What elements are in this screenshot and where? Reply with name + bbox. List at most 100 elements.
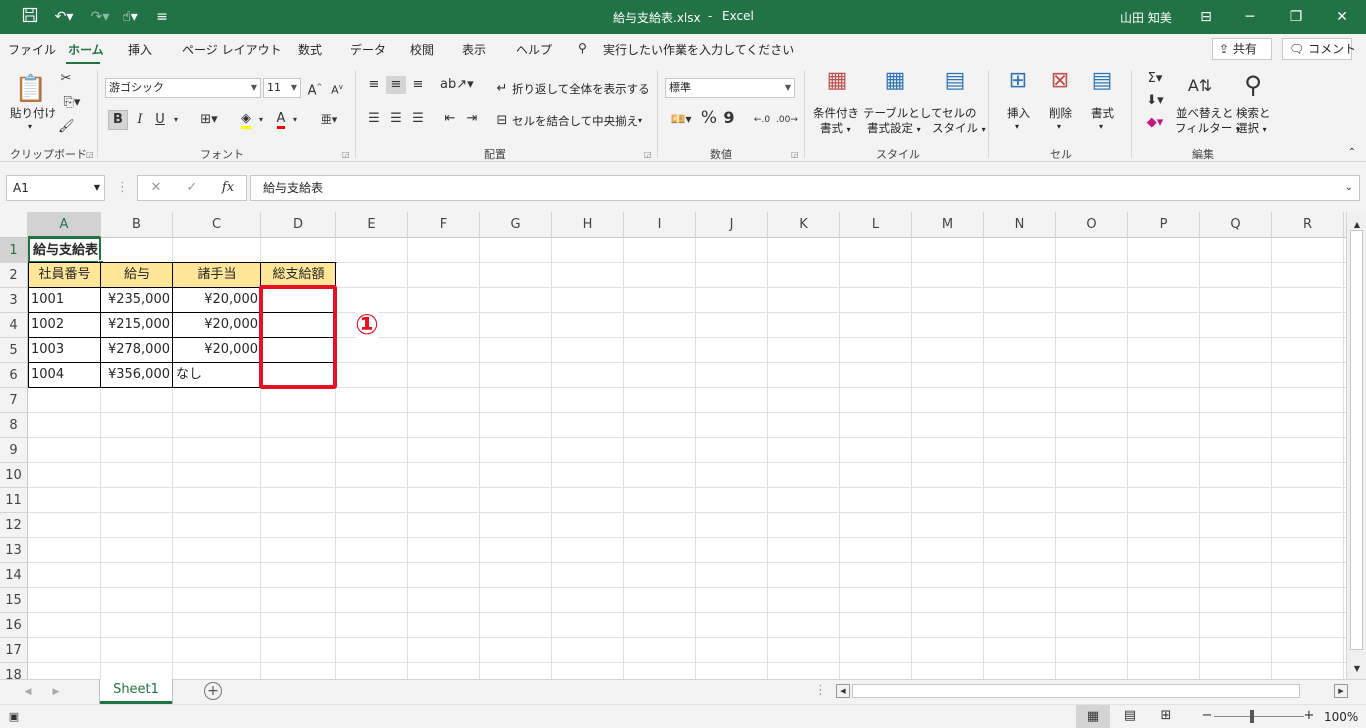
user-name[interactable]: 山田 知美	[1120, 9, 1172, 26]
column-header-p[interactable]: P	[1128, 212, 1200, 238]
row-header-9[interactable]: 9	[0, 438, 28, 463]
scroll-left-icon[interactable]: ◀	[836, 684, 850, 698]
row-header-18[interactable]: 18	[0, 663, 28, 679]
chevron-down-icon[interactable]: ▾	[638, 114, 642, 128]
fill-icon[interactable]: ⬇▾	[1140, 92, 1170, 110]
format-as-table-button[interactable]: テーブルとして	[863, 106, 942, 120]
cell-styles-button[interactable]: セルの	[942, 106, 977, 120]
cancel-entry-icon[interactable]: ✕	[146, 179, 166, 197]
clipboard-launcher-icon[interactable]: ◲	[86, 150, 94, 159]
increase-font-icon[interactable]: A^	[306, 78, 324, 100]
delete-cells-button[interactable]: 削除	[1049, 106, 1072, 120]
row-header-16[interactable]: 16	[0, 613, 28, 638]
delete-cells-icon[interactable]: ⊠	[1044, 70, 1076, 100]
row-header-12[interactable]: 12	[0, 513, 28, 538]
column-header-q[interactable]: Q	[1200, 212, 1272, 238]
normal-view-icon[interactable]: ▦	[1076, 705, 1110, 728]
find-select-label-2[interactable]: 選択 ▾	[1236, 121, 1267, 137]
row-header-11[interactable]: 11	[0, 488, 28, 513]
insert-cells-icon[interactable]: ⊞	[1002, 70, 1034, 100]
tab-view[interactable]: 表示	[462, 41, 486, 58]
wrap-text-button[interactable]: 折り返して全体を表示する	[512, 82, 650, 96]
sort-filter-label-2[interactable]: フィルター ▾	[1175, 121, 1240, 137]
share-button[interactable]: ⇪ 共有	[1212, 38, 1272, 60]
autosum-icon[interactable]: Σ▾	[1140, 70, 1170, 88]
vertical-scrollbar[interactable]: ▲ ▼	[1346, 212, 1366, 679]
tab-file[interactable]: ファイル	[8, 41, 56, 58]
italic-button[interactable]: I	[132, 111, 148, 129]
cell-styles-icon[interactable]: ▤	[940, 70, 970, 100]
column-header-f[interactable]: F	[408, 212, 480, 238]
chevron-down-icon[interactable]: ▾	[1057, 120, 1061, 134]
font-size-select[interactable]: 11 ▼	[263, 78, 301, 98]
tab-review[interactable]: 校閲	[410, 41, 434, 58]
restore-icon[interactable]: ❐	[1286, 7, 1306, 27]
find-select-icon[interactable]: ⚲	[1238, 70, 1268, 100]
copy-icon[interactable]: ⎘▾	[58, 94, 86, 112]
align-center-icon[interactable]: ☰	[386, 110, 406, 128]
sheet-tab-sheet1[interactable]: Sheet1	[100, 679, 172, 704]
percent-style-button[interactable]: %	[700, 109, 718, 127]
row-header-8[interactable]: 8	[0, 413, 28, 438]
format-cells-icon[interactable]: ▤	[1086, 70, 1118, 100]
font-color-icon[interactable]: A	[272, 110, 290, 129]
column-header-i[interactable]: I	[624, 212, 696, 238]
sort-filter-button[interactable]: 並べ替えと	[1176, 106, 1234, 120]
wrap-text-icon[interactable]: ↵	[494, 80, 510, 98]
paste-button[interactable]: 貼り付け	[10, 106, 56, 120]
macro-record-icon[interactable]: ▣	[6, 708, 22, 726]
increase-indent-icon[interactable]: ⇥	[462, 110, 482, 128]
minimize-icon[interactable]: ─	[1240, 7, 1260, 27]
clear-icon[interactable]: ◆▾	[1140, 114, 1170, 132]
row-header-15[interactable]: 15	[0, 588, 28, 613]
comma-style-button[interactable]: 9	[722, 109, 736, 127]
format-as-table-icon[interactable]: ▦	[880, 70, 910, 100]
format-painter-icon[interactable]: 🖌	[58, 118, 75, 136]
sort-filter-icon[interactable]: A⇅	[1184, 72, 1216, 100]
zoom-level[interactable]: 100%	[1324, 710, 1358, 724]
chevron-down-icon[interactable]: ▾	[1015, 120, 1019, 134]
zoom-out-icon[interactable]: −	[1200, 707, 1214, 725]
insert-cells-button[interactable]: 挿入	[1007, 106, 1030, 120]
alignment-launcher-icon[interactable]: ◲	[644, 150, 652, 159]
page-break-view-icon[interactable]: ⊞	[1156, 707, 1176, 725]
align-middle-icon[interactable]: ≡	[386, 76, 406, 94]
name-box[interactable]: A1 ▼	[6, 175, 105, 201]
cell-styles-label-2[interactable]: スタイル ▾	[932, 121, 986, 137]
cut-icon[interactable]: ✂	[58, 70, 74, 88]
tab-data[interactable]: データ	[350, 41, 386, 58]
chevron-down-icon[interactable]: ▾	[1099, 120, 1103, 134]
tell-me-input[interactable]: 実行したい作業を入力してください	[603, 41, 794, 58]
row-header-10[interactable]: 10	[0, 463, 28, 488]
confirm-entry-icon[interactable]: ✓	[182, 179, 202, 197]
format-cells-button[interactable]: 書式	[1091, 106, 1114, 120]
redo-icon[interactable]: ↷▾	[86, 7, 114, 27]
column-header-g[interactable]: G	[480, 212, 552, 238]
tab-formulas[interactable]: 数式	[298, 41, 322, 58]
row-header-13[interactable]: 13	[0, 538, 28, 563]
align-bottom-icon[interactable]: ≡	[408, 76, 428, 94]
tab-home[interactable]: ホーム	[68, 41, 104, 58]
font-name-select[interactable]: 游ゴシック ▼	[105, 78, 261, 98]
page-layout-view-icon[interactable]: ▤	[1120, 707, 1140, 725]
scroll-down-icon[interactable]: ▼	[1349, 660, 1365, 678]
underline-button[interactable]: U	[152, 111, 168, 129]
merge-center-icon[interactable]: ⊟	[494, 112, 510, 130]
align-left-icon[interactable]: ☰	[364, 110, 384, 128]
formula-input[interactable]: 給与支給表 ⌄	[250, 175, 1360, 201]
collapse-ribbon-icon[interactable]: ⌃	[1344, 144, 1360, 162]
splitter-icon[interactable]: ⋮	[814, 682, 827, 700]
increase-decimal-icon[interactable]: ←.0	[752, 111, 772, 129]
next-sheet-icon[interactable]: ▶	[50, 683, 62, 701]
chevron-down-icon[interactable]: ▾	[170, 111, 182, 129]
column-header-l[interactable]: L	[840, 212, 912, 238]
worksheet-grid[interactable]: ABCDEFGHIJKLMNOPQR 1 2 3 4 5 6 7 8 9 10 11 12 13 14 15…	[0, 212, 1366, 679]
format-as-table-label-2[interactable]: 書式設定 ▾	[867, 121, 921, 137]
zoom-slider[interactable]	[1214, 716, 1304, 717]
insert-function-button[interactable]: fx	[218, 179, 238, 197]
column-header-n[interactable]: N	[984, 212, 1056, 238]
conditional-formatting-button[interactable]: 条件付き	[813, 106, 859, 120]
chevron-down-icon[interactable]: ▾	[290, 111, 300, 129]
column-header-m[interactable]: M	[912, 212, 984, 238]
conditional-formatting-icon[interactable]: ▦	[822, 70, 852, 100]
